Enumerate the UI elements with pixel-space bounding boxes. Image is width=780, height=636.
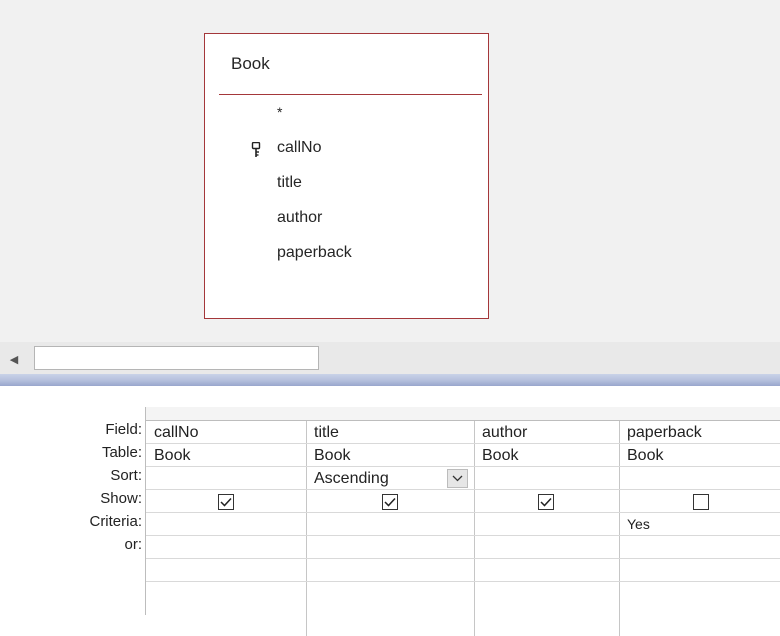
row-labels: Field: Table: Sort: Show: Criteria: or: [0, 386, 142, 615]
row-label-or: or: [124, 536, 142, 553]
criteria-cell[interactable] [474, 513, 619, 536]
extra-cell[interactable] [474, 559, 619, 582]
column-selector[interactable] [146, 407, 306, 421]
show-checkbox[interactable] [382, 494, 398, 510]
query-design-grid-area: Field: Table: Sort: Show: Criteria: or: … [0, 386, 780, 636]
table-cell[interactable]: Book [474, 444, 619, 467]
checkmark-icon [220, 497, 232, 507]
table-cell[interactable]: Book [146, 444, 306, 467]
scroll-left-button[interactable]: ◀ [2, 347, 26, 371]
column-selector[interactable] [619, 407, 780, 421]
chevron-down-icon [452, 475, 463, 482]
show-checkbox[interactable] [693, 494, 709, 510]
field-item-all[interactable]: * [277, 104, 282, 120]
or-cell[interactable] [306, 536, 474, 559]
extra-cell[interactable] [306, 559, 474, 582]
show-cell [619, 490, 780, 513]
criteria-cell[interactable]: Yes [619, 513, 780, 536]
sort-cell[interactable] [474, 467, 619, 490]
or-cell[interactable] [619, 536, 780, 559]
key-icon [251, 142, 261, 157]
table-title-divider [219, 94, 482, 95]
field-item-author[interactable]: author [277, 209, 322, 227]
table-cell[interactable]: Book [619, 444, 780, 467]
column-selector[interactable] [474, 407, 619, 421]
extra-cell[interactable] [146, 559, 306, 582]
field-cell[interactable]: callNo [146, 421, 306, 444]
sort-cell[interactable] [619, 467, 780, 490]
upper-pane-horizontal-scrollbar[interactable]: ◀ [0, 342, 780, 374]
row-label-criteria: Criteria: [89, 513, 142, 530]
field-item-callno[interactable]: callNo [277, 139, 321, 157]
query-design-upper-pane: Book * callNo title author paperback [0, 0, 780, 342]
row-label-show: Show: [100, 490, 142, 507]
field-item-title[interactable]: title [277, 174, 302, 192]
sort-cell[interactable] [146, 467, 306, 490]
pane-splitter[interactable] [0, 374, 780, 386]
table-cell[interactable]: Book [306, 444, 474, 467]
checkmark-icon [540, 497, 552, 507]
scrollbar-thumb[interactable] [34, 346, 319, 370]
field-cell[interactable]: paperback [619, 421, 780, 444]
row-label-sort: Sort: [110, 467, 142, 484]
criteria-cell[interactable] [146, 513, 306, 536]
field-cell[interactable]: title [306, 421, 474, 444]
sort-cell[interactable]: Ascending [306, 467, 474, 490]
show-checkbox[interactable] [538, 494, 554, 510]
show-checkbox[interactable] [218, 494, 234, 510]
criteria-cell[interactable] [306, 513, 474, 536]
table-field-list-book[interactable]: Book * callNo title author paperback [204, 33, 489, 319]
row-label-table: Table: [101, 444, 142, 461]
checkmark-icon [384, 497, 396, 507]
field-cell[interactable]: author [474, 421, 619, 444]
grid-column-paperback[interactable]: paperback Book Yes [619, 407, 780, 636]
row-label-field: Field: [105, 421, 142, 438]
show-cell [306, 490, 474, 513]
sort-value: Ascending [314, 470, 389, 487]
grid-column-author[interactable]: author Book [474, 407, 620, 636]
show-cell [474, 490, 619, 513]
design-grid: callNo Book title Book Ascending author … [145, 407, 780, 636]
extra-cell[interactable] [619, 559, 780, 582]
or-cell[interactable] [474, 536, 619, 559]
column-selector[interactable] [306, 407, 474, 421]
sort-dropdown-button[interactable] [447, 469, 468, 488]
table-title[interactable]: Book [231, 54, 270, 74]
show-cell [146, 490, 306, 513]
grid-column-title[interactable]: title Book Ascending [306, 407, 475, 636]
or-cell[interactable] [146, 536, 306, 559]
grid-column-callno[interactable]: callNo Book [146, 407, 307, 636]
left-arrow-icon: ◀ [9, 353, 19, 366]
field-item-paperback[interactable]: paperback [277, 244, 352, 262]
